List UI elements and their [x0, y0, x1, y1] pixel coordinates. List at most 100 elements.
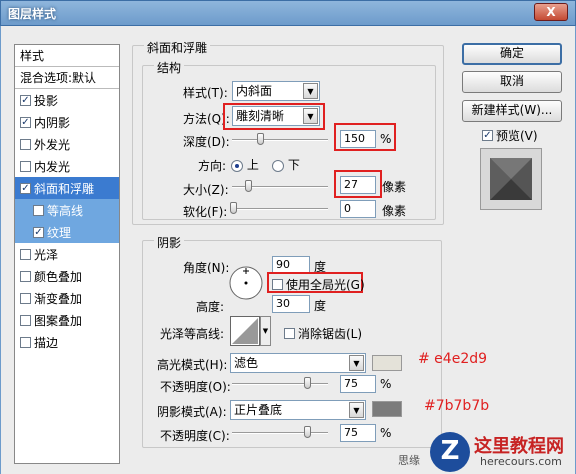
style-item-label: 纹理 [47, 225, 72, 240]
method-dropdown[interactable]: 雕刻清晰 ▼ [232, 106, 320, 126]
checkbox-icon[interactable] [20, 138, 31, 150]
preview-label: 预览(V) [496, 129, 538, 143]
style-item-texture[interactable]: ✓ 纹理 [15, 221, 119, 243]
style-item-label: 等高线 [47, 203, 84, 218]
shadow-opacity-track[interactable] [232, 432, 328, 434]
bevel-section-title: 斜面和浮雕 [144, 39, 211, 56]
style-item-label: 图案叠加 [34, 313, 83, 328]
shadow-opacity-input[interactable]: 75 [340, 424, 376, 442]
style-dropdown[interactable]: 内斜面 ▼ [232, 81, 320, 101]
gloss-contour-label: 光泽等高线: [160, 327, 225, 341]
depth-slider-thumb[interactable] [257, 133, 264, 145]
watermark-footer-text: 思缘 [398, 454, 420, 467]
new-style-button[interactable]: 新建样式(W)... [462, 100, 562, 122]
style-item-label: 投影 [34, 93, 59, 108]
highlight-opacity-thumb[interactable] [304, 377, 311, 389]
depth-label: 深度(D): [183, 135, 230, 149]
shadow-mode-value: 正片叠底 [234, 403, 283, 417]
preview-swatch-icon [490, 158, 532, 200]
highlight-color-swatch[interactable] [372, 355, 402, 371]
size-slider-thumb[interactable] [245, 180, 252, 192]
altitude-input[interactable]: 30 [272, 295, 310, 313]
highlight-mode-dropdown[interactable]: 滤色 ▼ [230, 353, 366, 373]
style-value: 内斜面 [236, 84, 273, 98]
style-label: 样式(T): [183, 86, 228, 100]
depth-slider-track[interactable] [232, 139, 328, 141]
style-item-label: 光泽 [34, 247, 59, 262]
close-button[interactable]: X [534, 3, 568, 21]
checkbox-icon[interactable]: ✓ [33, 226, 44, 238]
gloss-contour-preview-icon[interactable] [230, 316, 260, 346]
soften-slider-thumb[interactable] [230, 202, 237, 214]
style-item-gradient-overlay[interactable]: 渐变叠加 [15, 287, 119, 309]
style-item-label: 颜色叠加 [34, 269, 83, 284]
checkbox-icon[interactable]: ✓ [20, 116, 31, 128]
structure-title: 结构 [154, 59, 185, 76]
angle-label: 角度(N): [183, 261, 230, 275]
dropdown-arrow-icon: ▼ [303, 83, 318, 99]
altitude-unit: 度 [314, 299, 327, 313]
style-item-drop-shadow[interactable]: ✓ 投影 [15, 89, 119, 111]
checkbox-icon[interactable] [20, 270, 31, 282]
highlight-opacity-input[interactable]: 75 [340, 375, 376, 393]
highlight-mode-value: 滤色 [234, 356, 259, 370]
shadow-opacity-unit: % [380, 426, 392, 440]
checkbox-icon[interactable]: ✓ [20, 182, 31, 194]
checkbox-icon[interactable] [20, 314, 31, 326]
window-title: 图层样式 [8, 7, 57, 21]
style-item-stroke[interactable]: 描边 [15, 331, 119, 353]
watermark-url: herecours.com [480, 455, 562, 468]
style-item-outer-glow[interactable]: 外发光 [15, 133, 119, 155]
depth-input[interactable]: 150 [340, 130, 376, 148]
style-item-contour[interactable]: 等高线 [15, 199, 119, 221]
size-input[interactable]: 27 [340, 176, 376, 194]
soften-slider-track[interactable] [232, 208, 328, 210]
radio-selected-icon[interactable] [231, 159, 243, 172]
size-label: 大小(Z): [183, 183, 229, 197]
dropdown-arrow-icon: ▼ [349, 402, 364, 418]
style-item-inner-glow[interactable]: 内发光 [15, 155, 119, 177]
style-item-label: 描边 [34, 335, 59, 350]
style-item-pattern-overlay[interactable]: 图案叠加 [15, 309, 119, 331]
antialias-label: 消除锯齿(L) [298, 327, 363, 341]
antialias-checkbox[interactable]: 消除锯齿(L) [284, 325, 362, 342]
shadow-color-swatch[interactable] [372, 401, 402, 417]
checkbox-icon[interactable] [20, 292, 31, 304]
depth-unit: % [380, 132, 392, 146]
checkbox-icon[interactable]: ✓ [20, 94, 31, 106]
shadow-mode-dropdown[interactable]: 正片叠底 ▼ [230, 400, 366, 420]
style-item-bevel-emboss[interactable]: ✓ 斜面和浮雕 [15, 177, 119, 199]
preview-checkbox[interactable]: ✓ 预览(V) [482, 127, 538, 144]
soften-label: 软化(F): [183, 205, 228, 219]
style-item-color-overlay[interactable]: 颜色叠加 [15, 265, 119, 287]
checkbox-icon[interactable] [20, 248, 31, 260]
ok-button[interactable]: 确定 [462, 43, 562, 65]
direction-up-radio[interactable]: 上 [231, 156, 259, 173]
checkbox-icon[interactable] [33, 204, 44, 216]
size-unit: 像素 [382, 180, 407, 194]
global-light-label: 使用全局光(G) [286, 278, 365, 292]
shadow-opacity-thumb[interactable] [304, 426, 311, 438]
style-item-label: 渐变叠加 [34, 291, 83, 306]
checkbox-icon[interactable] [284, 328, 295, 339]
highlight-color-note: # e4e2d9 [418, 351, 488, 367]
highlight-opacity-track[interactable] [232, 383, 328, 385]
direction-down-label: 下 [287, 158, 300, 172]
style-item-inner-shadow[interactable]: ✓ 内阴影 [15, 111, 119, 133]
radio-icon[interactable] [272, 159, 284, 172]
style-item-label: 外发光 [34, 137, 71, 152]
global-light-checkbox[interactable]: 使用全局光(G) [272, 276, 365, 293]
checkbox-icon[interactable] [20, 160, 31, 172]
soften-input[interactable]: 0 [340, 200, 376, 218]
style-list-header[interactable]: 样式 [15, 45, 119, 67]
checkbox-icon[interactable]: ✓ [482, 130, 493, 141]
checkbox-icon[interactable] [272, 279, 283, 290]
cancel-button[interactable]: 取消 [462, 71, 562, 93]
gloss-contour-dropdown-icon[interactable]: ▼ [260, 316, 271, 346]
highlight-opacity-unit: % [380, 377, 392, 391]
direction-down-radio[interactable]: 下 [272, 156, 300, 173]
style-item-satin[interactable]: 光泽 [15, 243, 119, 265]
blend-options[interactable]: 混合选项:默认 [15, 67, 119, 89]
angle-dial-icon[interactable] [228, 265, 264, 301]
checkbox-icon[interactable] [20, 336, 31, 348]
